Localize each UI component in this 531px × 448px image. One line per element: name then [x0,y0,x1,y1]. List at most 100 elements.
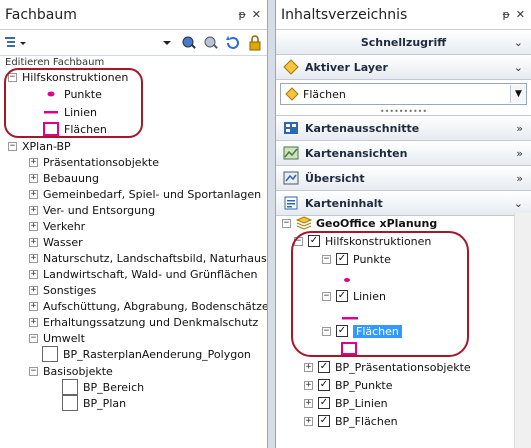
collapse-icon[interactable]: − [322,326,331,336]
tree-group[interactable]: + Erhaltungssatzung und Denkmalschutz [29,314,258,330]
chevron-right-icon[interactable]: » [516,172,523,185]
pin-icon[interactable]: ᵽ [502,8,509,21]
pin-icon[interactable]: ᵽ [238,8,245,21]
checkbox-checked[interactable]: ✓ [336,253,348,265]
chevron-right-icon[interactable]: » [516,147,523,160]
fachbaum-toolbar [0,30,267,56]
collapse-icon[interactable]: − [29,333,38,343]
tree-group[interactable]: + Wasser [29,234,83,250]
expand-icon[interactable]: + [304,398,313,408]
expand-icon[interactable]: + [29,189,38,199]
tree-node-linien[interactable]: Linien [40,104,97,120]
collapse-icon[interactable]: − [322,291,331,301]
area-symbol-icon [341,342,357,358]
zoom-search-icon[interactable] [203,35,219,51]
active-layer-select[interactable]: Flächen ▼ [280,83,527,105]
chevron-down-icon[interactable]: ⌄ [514,197,523,210]
refresh-icon[interactable] [225,35,241,51]
checkbox-checked[interactable]: ✓ [318,397,330,409]
toc-node-bp-praesentationsobjekte[interactable]: + ✓ BP_Präsentationsobjekte [304,359,471,375]
map-view-icon [283,145,299,161]
tree-group[interactable]: + Aufschüttung, Abgrabung, Bodenschätze [29,298,267,314]
checkbox-checked[interactable]: ✓ [308,235,320,247]
tree-node-bp-plan[interactable]: BP_Plan [62,395,126,411]
tree-node-punkte[interactable]: Punkte [40,86,102,102]
expand-icon[interactable]: + [29,285,38,295]
tree-node-flaechen[interactable]: Flächen [40,121,107,137]
point-symbol-icon [343,273,351,286]
tree-group-basisobjekte[interactable]: − Basisobjekte [29,363,113,379]
tree-header: Editieren Fachbaum [5,57,105,68]
line-symbol-icon [342,310,358,323]
expand-icon[interactable]: + [29,205,38,215]
toc-node-punkte[interactable]: − ✓ Punkte [322,251,391,267]
toc-node-root[interactable]: − GeoOffice xPlanung [282,215,437,231]
close-icon[interactable]: ✕ [516,8,525,21]
collapse-icon[interactable]: − [294,236,303,246]
expand-icon[interactable]: + [29,253,38,263]
expand-icon[interactable]: + [29,157,38,167]
chevron-down-icon[interactable]: ⌄ [514,36,523,49]
search-icon[interactable] [181,35,197,51]
toc-node-linien[interactable]: − ✓ Linien [322,288,386,304]
expand-icon[interactable]: + [29,301,38,311]
tree-options-icon[interactable] [4,35,30,51]
toc-node-hilfskonstruktionen[interactable]: − ✓ Hilfskonstruktionen [294,233,431,249]
tree-node-bp-bereich[interactable]: BP_Bereich [62,379,144,395]
section-aktiver-layer[interactable]: Aktiver Layer ⌄ [276,55,531,80]
fachbaum-tree: Editieren Fachbaum − Hilfskonstruktionen… [0,57,267,448]
checkbox-checked[interactable]: ✓ [336,290,348,302]
tree-group[interactable]: + Präsentationsobjekte [29,154,159,170]
checkbox-checked[interactable]: ✓ [318,361,330,373]
chevron-down-icon[interactable]: ▼ [510,85,526,103]
tree-group[interactable]: + Naturschutz, Landschaftsbild, Naturhaus… [29,250,267,266]
close-icon[interactable]: ✕ [252,8,261,21]
tree-node-rasterplan[interactable]: BP_RasterplanAenderung_Polygon [42,346,251,362]
toc-node-flaechen[interactable]: − ✓ Flächen [322,323,402,339]
expand-icon[interactable]: + [29,269,38,279]
collapse-icon[interactable]: − [8,72,17,82]
point-symbol-icon [40,87,62,101]
section-schnellzugriff[interactable]: Schnellzugriff ⌄ [276,30,531,55]
lock-icon[interactable] [247,34,263,51]
legend-box-icon [42,346,58,362]
collapse-icon[interactable]: − [8,141,17,151]
toc-tree: − GeoOffice xPlanung − ✓ Hilfskonstrukti… [276,213,531,448]
dropdown-arrow-icon[interactable] [159,35,175,51]
tree-group[interactable]: + Sonstiges [29,282,96,298]
tree-node-hilfskonstruktionen[interactable]: − Hilfskonstruktionen [8,69,128,85]
tree-group[interactable]: + Landwirtschaft, Wald- und Grünflächen [29,266,257,282]
expand-icon[interactable]: + [29,317,38,327]
tree-node-xplan-bp[interactable]: − XPlan-BP [8,138,71,154]
tree-group[interactable]: + Ver- und Entsorgung [29,202,155,218]
inhaltsverzeichnis-title-bar: Inhaltsverzeichnis ᵽ ✕ [276,0,531,30]
expand-icon[interactable]: + [29,237,38,247]
inhaltsverzeichnis-panel: Inhaltsverzeichnis ᵽ ✕ Schnellzugriff ⌄ … [275,0,531,448]
collapse-icon[interactable]: − [322,254,331,264]
expand-icon[interactable]: + [304,416,313,426]
collapse-icon[interactable]: − [29,366,38,376]
tree-group[interactable]: + Gemeinbedarf, Spiel- und Sportanlagen [29,186,261,202]
expand-icon[interactable]: + [304,380,313,390]
expand-icon[interactable]: + [304,362,313,372]
expand-icon[interactable]: + [29,221,38,231]
checkbox-checked[interactable]: ✓ [318,415,330,427]
tree-group[interactable]: + Bebauung [29,170,99,186]
tree-group-umwelt[interactable]: − Umwelt [29,330,85,346]
tree-group[interactable]: + Verkehr [29,218,85,234]
toc-node-bp-punkte[interactable]: + ✓ BP_Punkte [304,377,393,393]
collapse-icon[interactable]: − [282,218,291,228]
section-kartenausschnitte[interactable]: Kartenausschnitte » [276,116,531,141]
expand-icon[interactable]: + [29,173,38,183]
section-uebersicht[interactable]: Übersicht » [276,166,531,191]
section-kartenansichten[interactable]: Kartenansichten » [276,141,531,166]
chevron-right-icon[interactable]: » [516,122,523,135]
splitter-grip[interactable]: •••••••••• [276,108,531,116]
vertical-scrollbar[interactable] [514,213,531,448]
checkbox-checked[interactable]: ✓ [336,325,348,337]
toc-node-bp-linien[interactable]: + ✓ BP_Linien [304,395,388,411]
fachbaum-title-bar: Fachbaum ᵽ ✕ [0,0,267,30]
checkbox-checked[interactable]: ✓ [318,379,330,391]
chevron-down-icon[interactable]: ⌄ [514,61,523,74]
toc-node-bp-flaechen[interactable]: + ✓ BP_Flächen [304,413,398,429]
